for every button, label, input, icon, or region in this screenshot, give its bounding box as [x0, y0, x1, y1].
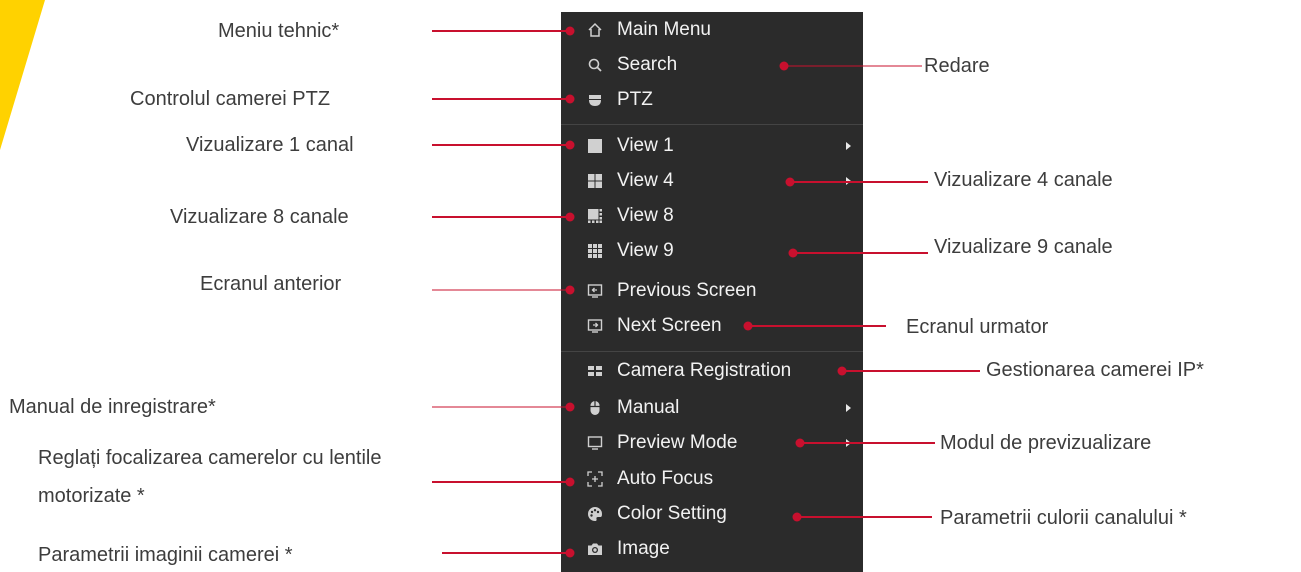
menu-item-label: View 8: [617, 205, 674, 226]
chevron-right-icon: [846, 142, 851, 150]
focus-icon: [587, 471, 603, 487]
chevron-right-icon: [846, 439, 851, 447]
view-4-icon: [587, 173, 603, 189]
menu-item-label: Image: [617, 538, 670, 559]
menu-divider: [561, 351, 863, 352]
menu-item-label: View 1: [617, 135, 674, 156]
home-icon: [587, 22, 603, 38]
menu-item-color-setting[interactable]: Color Setting: [561, 498, 863, 530]
menu-item-label: Previous Screen: [617, 280, 757, 301]
menu-item-label: Camera Registration: [617, 360, 792, 381]
chevron-right-icon: [846, 404, 851, 412]
menu-item-manual[interactable]: Manual: [561, 392, 863, 424]
annotation-redare: Redare: [924, 55, 990, 77]
annotation-vizualizare-1: Vizualizare 1 canal: [186, 134, 354, 156]
camera-registration-icon: [587, 363, 603, 379]
menu-item-label: Preview Mode: [617, 432, 738, 453]
annotation-reglati-focalizarea: Reglați focalizarea camerelor cu lentile…: [38, 447, 382, 507]
annotation-vizualizare-9: Vizualizare 9 canale: [934, 236, 1113, 258]
menu-item-label: Search: [617, 54, 678, 75]
annotation-parametrii-imaginii: Parametrii imaginii camerei *: [38, 544, 293, 566]
menu-item-view-4[interactable]: View 4: [561, 165, 863, 197]
view-9-icon: [587, 243, 603, 259]
mouse-icon: [587, 400, 603, 416]
yellow-accent-stripe: [0, 0, 45, 150]
annotation-ecranul-anterior: Ecranul anterior: [200, 273, 342, 295]
annotation-vizualizare-4: Vizualizare 4 canale: [934, 169, 1113, 191]
annotation-ecranul-urmator: Ecranul urmator: [906, 316, 1049, 338]
menu-item-view-9[interactable]: View 9: [561, 235, 863, 267]
annotation-modul-previzualizare: Modul de previzualizare: [940, 432, 1152, 454]
menu-item-camera-registration[interactable]: Camera Registration: [561, 355, 863, 387]
context-menu: Main Menu Search PTZ View 1 View 4 View …: [561, 12, 863, 572]
annotation-parametrii-culorii: Parametrii culorii canalului *: [940, 507, 1187, 529]
monitor-icon: [587, 435, 603, 451]
ptz-camera-icon: [587, 92, 603, 108]
previous-screen-icon: [587, 283, 603, 299]
menu-item-label: Next Screen: [617, 315, 722, 336]
annotation-gestionarea-camerei: Gestionarea camerei IP*: [986, 359, 1204, 381]
next-screen-icon: [587, 318, 603, 334]
search-icon: [587, 57, 603, 73]
menu-item-auto-focus[interactable]: Auto Focus: [561, 463, 863, 495]
menu-item-search[interactable]: Search: [561, 49, 863, 81]
view-8-icon: [587, 208, 603, 224]
menu-item-label: PTZ: [617, 89, 653, 110]
camera-icon: [587, 541, 603, 557]
menu-item-view-1[interactable]: View 1: [561, 130, 863, 162]
menu-item-next-screen[interactable]: Next Screen: [561, 310, 863, 342]
menu-item-view-8[interactable]: View 8: [561, 200, 863, 232]
menu-item-label: Main Menu: [617, 19, 711, 40]
menu-item-label: Manual: [617, 397, 680, 418]
menu-item-label: View 9: [617, 240, 674, 261]
annotation-meniu-tehnic: Meniu tehnic*: [218, 20, 340, 42]
annotation-vizualizare-8: Vizualizare 8 canale: [170, 206, 349, 228]
view-1-icon: [587, 138, 603, 154]
menu-item-ptz[interactable]: PTZ: [561, 84, 863, 116]
menu-item-label: View 4: [617, 170, 674, 191]
menu-divider: [561, 124, 863, 125]
chevron-right-icon: [846, 177, 851, 185]
annotation-manual-inregistrare: Manual de inregistrare*: [9, 396, 216, 418]
menu-item-image[interactable]: Image: [561, 533, 863, 565]
menu-item-label: Color Setting: [617, 503, 727, 524]
menu-item-label: Auto Focus: [617, 468, 714, 489]
palette-icon: [587, 506, 603, 522]
menu-item-previous-screen[interactable]: Previous Screen: [561, 275, 863, 307]
annotation-controlul-ptz: Controlul camerei PTZ: [130, 88, 331, 110]
menu-item-preview-mode[interactable]: Preview Mode: [561, 427, 863, 459]
menu-item-main-menu[interactable]: Main Menu: [561, 14, 863, 46]
